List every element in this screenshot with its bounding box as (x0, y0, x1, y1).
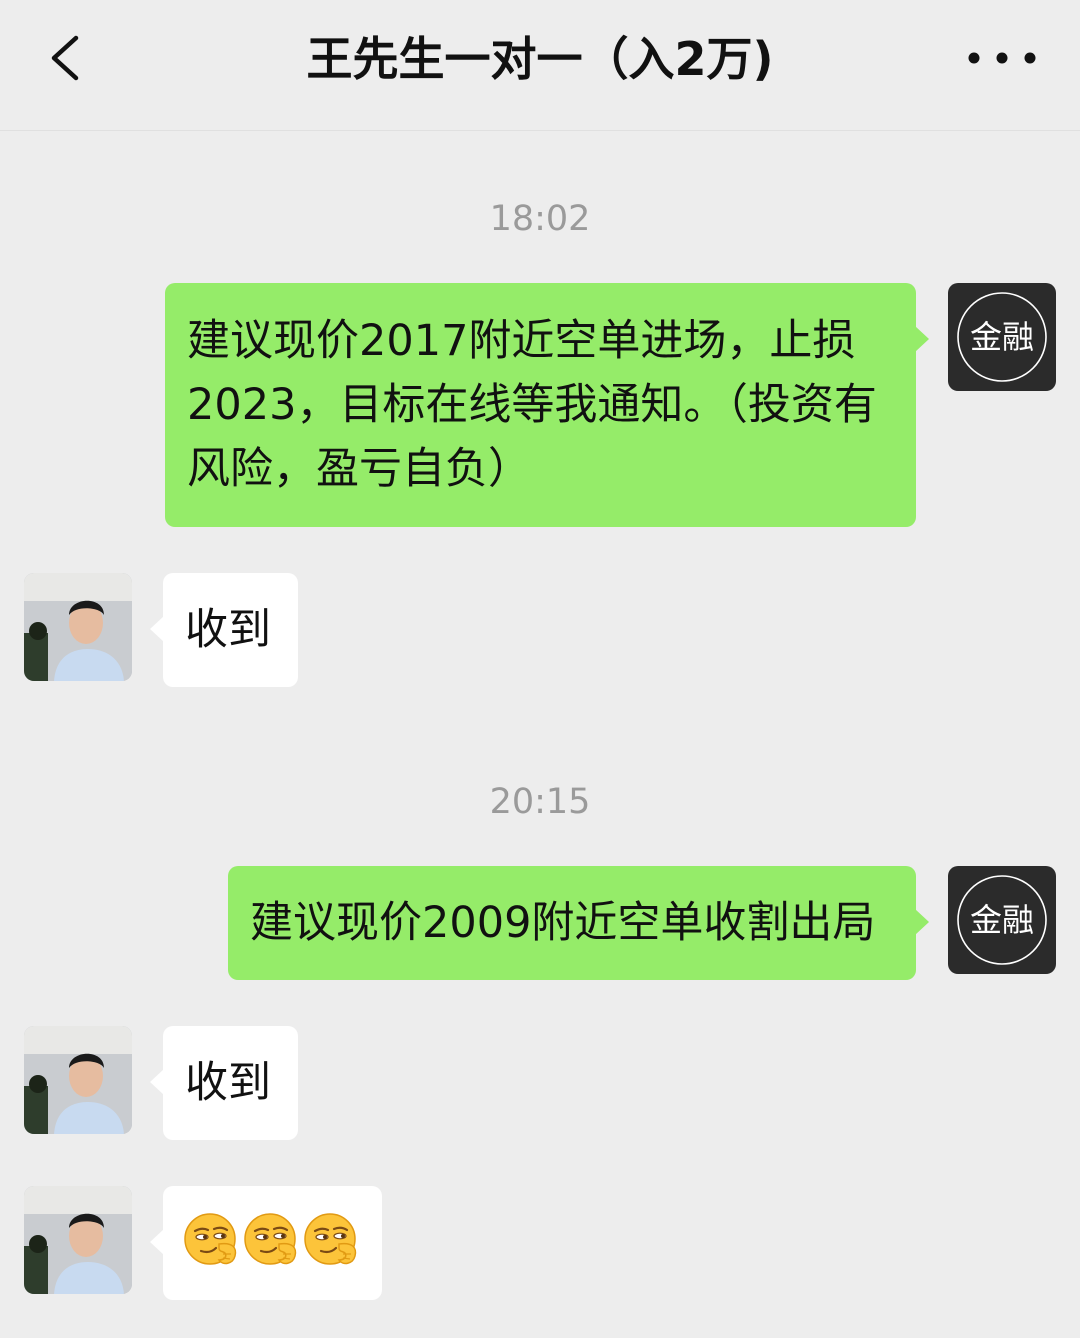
received-message-bubble[interactable]: 收到 (150, 1026, 298, 1140)
sent-message-bubble[interactable]: 建议现价2009附近空单收割出局 (228, 866, 929, 980)
more-dots-icon (968, 52, 1036, 64)
contact-photo (24, 1186, 132, 1294)
emoji-row (183, 1186, 382, 1272)
sent-message-bubble[interactable]: 建议现价2017附近空单进场，止损2023，目标在线等我通知。（投资有风险，盈亏… (165, 283, 929, 527)
brand-logo: 金融 (957, 875, 1047, 965)
contact-avatar[interactable] (24, 573, 132, 681)
smirk-emoji-icon (184, 1213, 237, 1265)
contact-avatar[interactable] (24, 1186, 132, 1294)
smirk-emoji-icon (304, 1213, 357, 1265)
chat-header: 王先生一对一（入2万) (0, 0, 1080, 131)
message-timestamp: 20:15 (489, 782, 591, 822)
contact-photo (24, 1026, 132, 1134)
chat-title: 王先生一对一（入2万) (306, 32, 774, 86)
brand-avatar-text: 金融 (970, 318, 1034, 356)
received-emoji-bubble[interactable] (150, 1186, 382, 1300)
smirk-emoji-icon (244, 1213, 297, 1265)
brand-avatar[interactable]: 金融 (948, 866, 1056, 974)
brand-avatar-text: 金融 (970, 901, 1034, 939)
contact-avatar[interactable] (24, 1026, 132, 1134)
brand-avatar[interactable]: 金融 (948, 283, 1056, 391)
brand-logo: 金融 (957, 292, 1047, 382)
received-message-bubble[interactable]: 收到 (150, 573, 298, 687)
contact-photo (24, 573, 132, 681)
more-options-button[interactable] (964, 36, 1040, 80)
message-timestamp: 18:02 (489, 199, 591, 239)
